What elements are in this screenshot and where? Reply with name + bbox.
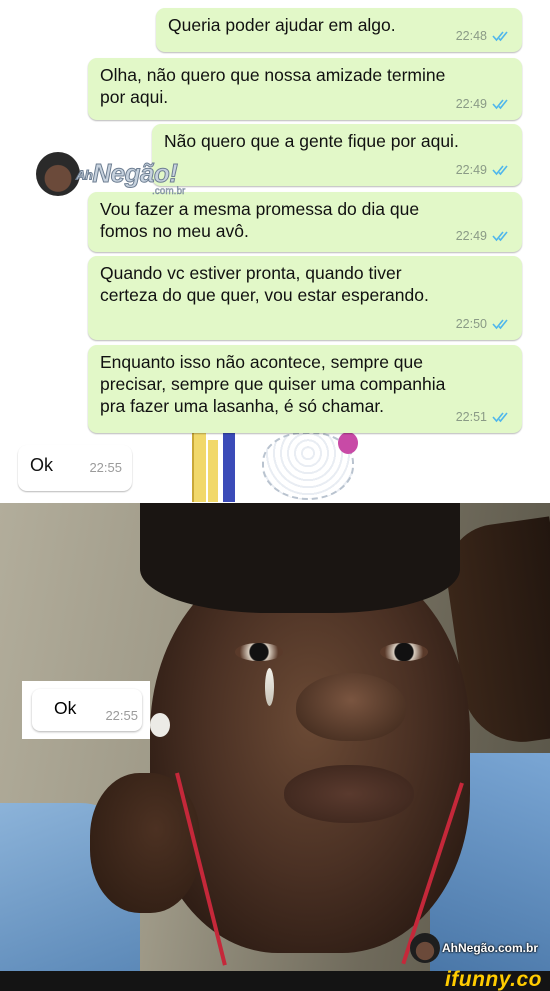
message-time: 22:49 [455,229,487,243]
ifunny-footer-bar: ifunny.co [0,968,550,991]
message-meta: 22:55 [89,457,122,479]
double-check-read-icon [492,231,508,242]
double-check-read-icon [492,319,508,330]
overlay-message-meta: 22:55 [105,708,138,723]
message-bubble-outgoing[interactable]: Quando vc estiver pronta, quando tiver c… [88,256,522,340]
double-check-read-icon [492,165,508,176]
wallpaper-cartoon-tongue [338,432,358,454]
overlay-message-text: Ok [54,698,77,718]
overlay-message-bubble: Ok 22:55 [22,681,150,739]
photo-tear [265,668,274,706]
watermark-text: AhNegão.com.br [442,941,539,955]
message-time: 22:55 [89,460,122,475]
ahnegao-watermark-bottom: AhNegão.com.br [410,933,550,965]
message-bubble-outgoing[interactable]: Queria poder ajudar em algo. 22:48 [156,8,522,52]
wallpaper-cartoon-leg [223,430,235,502]
watermark-domain: .com.br [152,186,186,197]
message-meta: 22:49 [456,93,512,115]
chat-screenshot: Queria poder ajudar em algo. 22:48 Olha,… [0,0,550,503]
photo-crying-face [150,553,470,953]
watermark-brand-text: Negão! [92,158,179,189]
message-meta: 22:50 [456,313,512,335]
message-meta: 22:49 [456,159,512,181]
message-time: 22:48 [455,29,487,43]
watermark-avatar-icon [410,933,440,963]
message-time: 22:51 [455,410,487,424]
reaction-photo: Ok 22:55 AhNegão.com.br [0,503,550,971]
message-text: Olha, não quero que nossa amizade termin… [100,65,446,107]
wallpaper-cartoon-leg [192,430,206,502]
photo-hair [140,503,460,613]
watermark-avatar-icon [36,152,80,196]
message-meta: 22:51 [456,406,512,428]
message-text: Quando vc estiver pronta, quando tiver c… [100,263,429,305]
double-check-read-icon [492,412,508,423]
message-time: 22:49 [455,163,487,177]
double-check-read-icon [492,99,508,110]
message-bubble-incoming[interactable]: Ok 22:55 [18,445,132,491]
ahnegao-watermark: AhNegão! .com.br [36,148,216,206]
photo-lips [284,765,414,823]
ifunny-logo: ifunny.co [444,968,542,991]
message-bubble-outgoing[interactable]: Olha, não quero que nossa amizade termin… [88,58,522,120]
message-bubble-outgoing[interactable]: Enquanto isso não acontece, sempre que p… [88,345,522,433]
photo-earbud [150,713,170,737]
wallpaper-cartoon-leg [208,440,218,502]
message-time: 22:49 [455,97,487,111]
message-meta: 22:49 [456,225,512,247]
photo-nose [296,673,406,741]
overlay-message-time: 22:55 [105,708,138,723]
message-meta: 22:48 [456,25,512,47]
photo-eye [380,643,428,661]
message-time: 22:50 [455,317,487,331]
watermark-brand: AhNegão! [75,158,179,189]
message-text: Enquanto isso não acontece, sempre que p… [100,352,446,416]
double-check-read-icon [492,31,508,42]
photo-eye [235,643,283,661]
watermark-prefix: Ah [75,167,93,183]
